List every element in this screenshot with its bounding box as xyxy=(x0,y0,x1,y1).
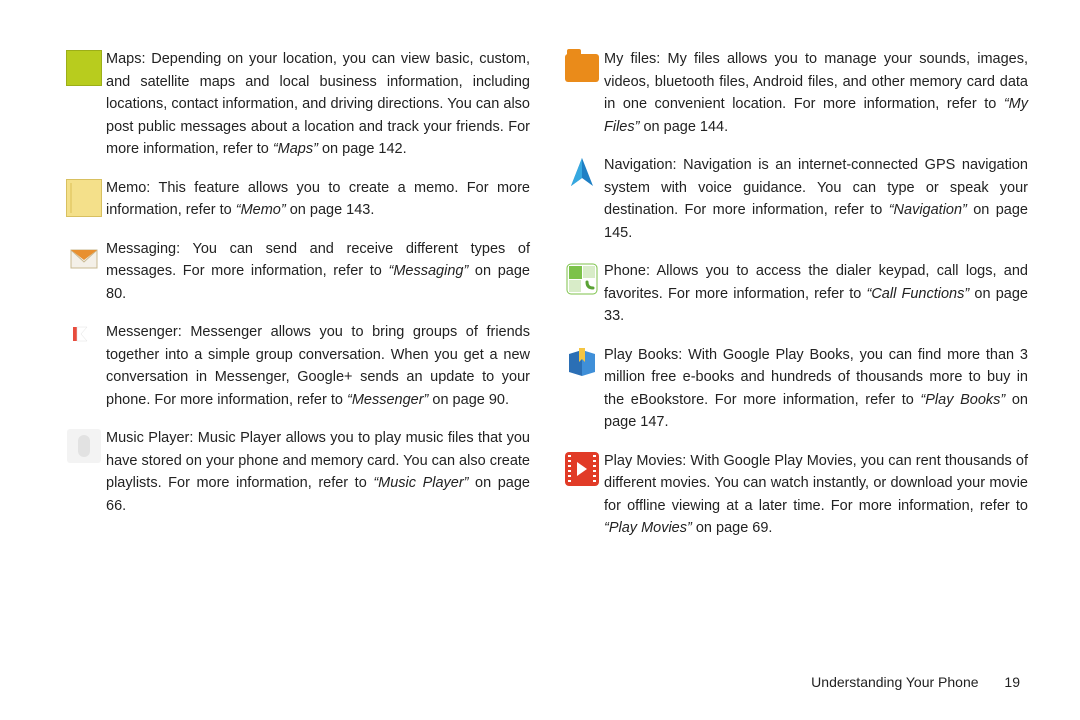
reference-tail: on page 69. xyxy=(692,520,773,536)
entry-text: Play Movies: With Google Play Movies, yo… xyxy=(604,450,1028,540)
app-entry: Phone: Allows you to access the dialer k… xyxy=(560,260,1028,328)
cross-reference: “Messaging” xyxy=(389,263,469,279)
icon-cell xyxy=(62,427,106,463)
phone-icon xyxy=(565,262,599,296)
music-icon xyxy=(67,429,101,463)
icon-cell xyxy=(62,48,106,86)
cross-reference: “Memo” xyxy=(236,202,286,218)
memo-icon xyxy=(66,179,102,217)
page-footer: Understanding Your Phone 19 xyxy=(811,674,1020,690)
app-label: My files xyxy=(604,51,656,67)
manual-page: Maps: Depending on your location, you ca… xyxy=(0,0,1080,720)
columns: Maps: Depending on your location, you ca… xyxy=(0,0,1080,556)
icon-cell xyxy=(560,344,604,380)
folder-icon xyxy=(565,54,599,82)
envelope-icon xyxy=(67,240,101,274)
app-entry: Play Books: With Google Play Books, you … xyxy=(560,344,1028,434)
film-icon xyxy=(565,452,599,486)
entry-text: Maps: Depending on your location, you ca… xyxy=(106,48,530,161)
entry-text: My files: My files allows you to manage … xyxy=(604,48,1028,138)
app-label: Navigation xyxy=(604,157,673,173)
app-entry: Messenger: Messenger allows you to bring… xyxy=(62,321,530,411)
cross-reference: “Call Functions” xyxy=(867,286,970,302)
page-number: 19 xyxy=(1004,674,1020,690)
app-label: Maps xyxy=(106,51,141,67)
entry-text: Messenger: Messenger allows you to bring… xyxy=(106,321,530,411)
cross-reference: “Play Books” xyxy=(920,392,1005,408)
entry-text: Play Books: With Google Play Books, you … xyxy=(604,344,1028,434)
app-label: Play Movies xyxy=(604,453,682,469)
navigation-arrow-icon xyxy=(565,156,599,190)
app-label: Messenger xyxy=(106,324,178,340)
reference-tail: on page 143. xyxy=(286,202,375,218)
book-icon xyxy=(565,346,599,380)
reference-tail: on page 90. xyxy=(428,392,509,408)
entry-text: Navigation: Navigation is an internet-co… xyxy=(604,154,1028,244)
right-column: My files: My files allows you to manage … xyxy=(560,48,1028,556)
app-entry: Memo: This feature allows you to create … xyxy=(62,177,530,222)
entry-text: Messaging: You can send and receive diff… xyxy=(106,238,530,306)
icon-cell xyxy=(560,48,604,82)
left-column: Maps: Depending on your location, you ca… xyxy=(62,48,530,556)
app-entry: Navigation: Navigation is an internet-co… xyxy=(560,154,1028,244)
app-entry: Maps: Depending on your location, you ca… xyxy=(62,48,530,161)
cross-reference: “Music Player” xyxy=(373,475,468,491)
app-label: Phone xyxy=(604,263,646,279)
cross-reference: “Messenger” xyxy=(347,392,428,408)
entry-text: Memo: This feature allows you to create … xyxy=(106,177,530,222)
cross-reference: “Play Movies” xyxy=(604,520,692,536)
cross-reference: “Navigation” xyxy=(889,202,967,218)
app-label: Messaging xyxy=(106,241,176,257)
entry-text: Music Player: Music Player allows you to… xyxy=(106,427,530,517)
icon-cell xyxy=(560,260,604,296)
app-entry: Messaging: You can send and receive diff… xyxy=(62,238,530,306)
chapter-title: Understanding Your Phone xyxy=(811,674,978,690)
app-entry: My files: My files allows you to manage … xyxy=(560,48,1028,138)
maps-icon xyxy=(66,50,102,86)
reference-tail: on page 142. xyxy=(318,141,407,157)
icon-cell xyxy=(560,154,604,190)
app-label: Memo xyxy=(106,180,146,196)
messenger-icon xyxy=(67,323,101,357)
app-label: Music Player xyxy=(106,430,189,446)
icon-cell xyxy=(62,238,106,274)
icon-cell xyxy=(560,450,604,486)
app-label: Play Books xyxy=(604,347,678,363)
cross-reference: “Maps” xyxy=(273,141,318,157)
app-entry: Music Player: Music Player allows you to… xyxy=(62,427,530,517)
icon-cell xyxy=(62,177,106,217)
entry-text: Phone: Allows you to access the dialer k… xyxy=(604,260,1028,328)
reference-tail: on page 144. xyxy=(639,119,728,135)
app-description: : My files allows you to manage your sou… xyxy=(604,51,1028,112)
icon-cell xyxy=(62,321,106,357)
app-entry: Play Movies: With Google Play Movies, yo… xyxy=(560,450,1028,540)
